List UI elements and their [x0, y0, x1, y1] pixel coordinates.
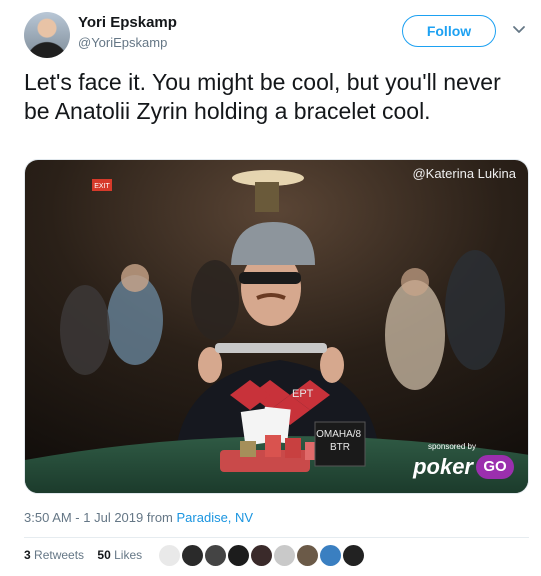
tweet-stats: 3 Retweets 50 Likes	[24, 548, 142, 562]
liker-avatar[interactable]	[297, 545, 318, 566]
likes-label[interactable]: Likes	[114, 548, 142, 562]
tweet-photo[interactable]: EXIT EPT OMAHA/8 BTR @Katerina Lukina sp…	[24, 159, 529, 494]
liker-avatar[interactable]	[343, 545, 364, 566]
divider	[24, 537, 529, 538]
likers-avatars	[159, 545, 366, 566]
author-name[interactable]: Yori Epskamp	[78, 14, 177, 31]
liker-avatar[interactable]	[274, 545, 295, 566]
from-label: from	[146, 510, 173, 525]
sponsored-label: sponsored by	[427, 442, 476, 451]
table-sign-line-1: OMAHA/8	[316, 429, 361, 440]
shirt-logo: EPT	[292, 388, 314, 400]
exit-sign: EXIT	[94, 183, 110, 190]
liker-avatar[interactable]	[251, 545, 272, 566]
tweet-location[interactable]: Paradise, NV	[177, 510, 254, 525]
author-handle[interactable]: @YoriEpskamp	[78, 35, 167, 50]
liker-avatar[interactable]	[159, 545, 180, 566]
retweets-count[interactable]: 3	[24, 548, 31, 562]
liker-avatar[interactable]	[182, 545, 203, 566]
liker-avatar[interactable]	[228, 545, 249, 566]
author-avatar[interactable]	[24, 12, 70, 58]
likes-count[interactable]: 50	[97, 548, 110, 562]
follow-button[interactable]: Follow	[402, 15, 496, 47]
pokergo-go: GO	[476, 455, 514, 479]
liker-avatar[interactable]	[320, 545, 341, 566]
retweets-label[interactable]: Retweets	[34, 548, 84, 562]
tweet-time[interactable]: 3:50 AM - 1 Jul 2019	[24, 510, 143, 525]
photo-credit: @Katerina Lukina	[412, 166, 516, 181]
tweet-text: Let's face it. You might be cool, but yo…	[24, 69, 501, 124]
pokergo-brand: poker	[413, 454, 473, 479]
liker-avatar[interactable]	[205, 545, 226, 566]
tweet-timestamp: 3:50 AM - 1 Jul 2019 from Paradise, NV	[24, 510, 253, 525]
table-sign-line-2: BTR	[330, 442, 350, 453]
chevron-down-icon[interactable]	[512, 22, 526, 36]
pokergo-logo: poker GO	[413, 454, 514, 480]
